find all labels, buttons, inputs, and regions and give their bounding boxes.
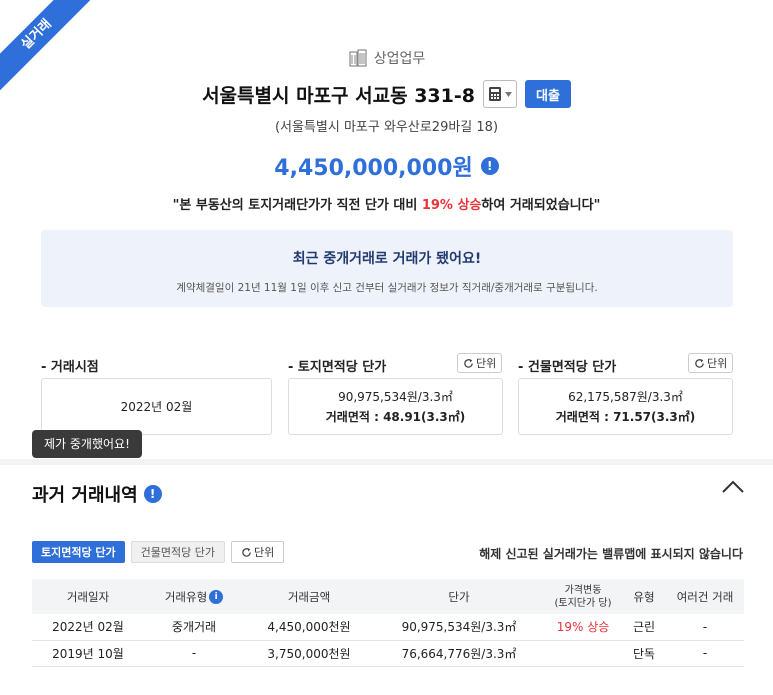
trend-prefix: "본 부동산의 토지거래단가가 직전 단가 대비 [172,198,418,213]
filter-building-tab[interactable]: 건물면적당 단가 [130,541,226,563]
land-area-value: 거래면적 : 48.91(3.3㎡) [325,410,466,424]
ribbon-label: 실거래 [0,0,90,90]
history-unit-button[interactable]: 단위 [231,541,285,563]
history-title-row: 과거 거래내역 ! [32,481,162,507]
road-address: (서울특별시 마포구 와우산로29바길 18) [274,120,499,135]
info-icon[interactable]: i [209,590,224,604]
ribbon: 실거래 [0,0,90,90]
chevron-up-icon[interactable] [720,477,746,497]
deal-date-value: 2022년 02월 [120,400,193,414]
table-row: 2019년 10월 - 3,750,000천원 76,664,776원/3.3㎡… [32,640,744,666]
cell-unit-price: 76,664,776원/3.3㎡ [401,646,517,661]
cell-type: - [191,646,197,660]
deal-date-box: 2022년 02월 [41,378,272,435]
col-kind: 유형 [633,589,655,604]
category-label: 상업업무 [373,51,426,67]
land-price-value: 90,975,534원/3.3㎡ [338,390,453,404]
cell-kind: 근린 [632,620,656,635]
col-unit-price: 단가 [448,589,470,604]
cell-amount: 4,450,000천원 [267,620,351,635]
table-header-row: 거래일자 거래유형 i 거래금액 단가 가격변동 (토지단가 당) 유형 여러건 … [32,579,744,614]
land-price-box: 90,975,534원/3.3㎡ 거래면적 : 48.91(3.3㎡) [288,378,503,435]
building-price-label: - 건물면적당 단가 [518,360,617,375]
info-icon[interactable]: ! [480,157,499,175]
unit-label: 단위 [254,546,275,559]
refresh-icon [695,358,704,368]
building-price-box: 62,175,587원/3.3㎡ 거래면적 : 71.57(3.3㎡) [518,378,733,435]
land-unit-button[interactable]: 단위 [457,353,503,373]
info-icon[interactable]: ! [143,485,162,503]
trend-message: "본 부동산의 토지거래단가가 직전 단가 대비 19% 상승하여 거래되었습니… [0,194,773,213]
page: 실거래 상업업무 서울특별시 마포구 서교동 331-8 대출 (서울특별시 마… [0,0,773,695]
filter-row: 토지면적당 단가 건물면적당 단가 단위 [32,541,285,563]
history-table: 거래일자 거래유형 i 거래금액 단가 가격변동 (토지단가 당) 유형 여러건 … [32,579,744,667]
notice-title: 최근 중개거래로 거래가 됐어요! [292,251,482,267]
col-multi: 여러건 거래 [676,589,734,604]
col-type-label: 거래유형 [164,589,208,604]
building-icon [349,49,367,67]
col-amount: 거래금액 [287,589,331,604]
refresh-icon [242,547,251,557]
table-row: 2022년 02월 중개거래 4,450,000천원 90,975,534원/3… [32,614,744,640]
price-row: 4,450,000,000원 ! [0,150,773,182]
refresh-icon [464,358,473,368]
history-note: 해제 신고된 실거래가는 밸류맵에 표시되지 않습니다 [479,547,743,561]
col-change: 가격변동 (토지단가 당) [544,579,622,614]
cell-amount: 3,750,000천원 [267,646,351,661]
history-title: 과거 거래내역 [32,485,138,506]
col-change-line1: 가격변동 [564,584,602,596]
cell-multi: - [702,619,708,634]
address-title: 서울특별시 마포구 서교동 331-8 [202,84,475,107]
cell-change [544,640,622,666]
trend-change: 19% 상승 [421,198,482,213]
broker-tooltip: 제가 중개했어요! [32,430,142,458]
cell-type: 중개거래 [171,620,217,635]
history-section: 과거 거래내역 ! 토지면적당 단가 건물면적당 단가 단위 해제 신고된 실거… [0,465,773,695]
unit-label: 단위 [707,357,728,370]
notice-desc: 계약체결일이 21년 11월 1일 이후 신고 건부터 실거래가 정보가 직거래… [176,282,598,294]
cell-kind: 단독 [632,646,656,661]
filter-land-tab[interactable]: 토지면적당 단가 [32,541,125,563]
cell-multi: - [702,646,708,660]
land-price-label: - 토지면적당 단가 [288,360,387,375]
address-row: 서울특별시 마포구 서교동 331-8 대출 [0,80,773,108]
building-price-value: 62,175,587원/3.3㎡ [568,390,683,404]
cell-unit-price: 90,975,534원/3.3㎡ [401,620,517,635]
unit-label: 단위 [476,357,497,370]
col-change-line2: (토지단가 당) [554,597,612,609]
trend-suffix: 하여 거래되었습니다" [481,198,601,213]
notice-box: 최근 중개거래로 거래가 됐어요! 계약체결일이 21년 11월 1일 이후 신… [41,230,733,307]
calculator-button[interactable] [482,80,517,108]
deal-price: 4,450,000,000원 [274,156,473,181]
col-date: 거래일자 [66,589,110,604]
building-unit-button[interactable]: 단위 [688,353,734,373]
building-area-value: 거래면적 : 71.57(3.3㎡) [555,410,696,424]
calculator-icon [489,87,502,101]
chevron-down-icon [505,91,513,97]
col-type: 거래유형 i [144,579,244,614]
cell-date: 2022년 02월 [52,620,124,635]
cell-change: 19% 상승 [556,620,610,635]
loan-button[interactable]: 대출 [524,80,571,108]
deal-date-label: - 거래시점 [41,360,99,375]
cell-date: 2019년 10월 [52,646,124,661]
summary-card: 실거래 상업업무 서울특별시 마포구 서교동 331-8 대출 (서울특별시 마… [0,0,773,460]
category-row: 상업업무 [0,48,773,68]
